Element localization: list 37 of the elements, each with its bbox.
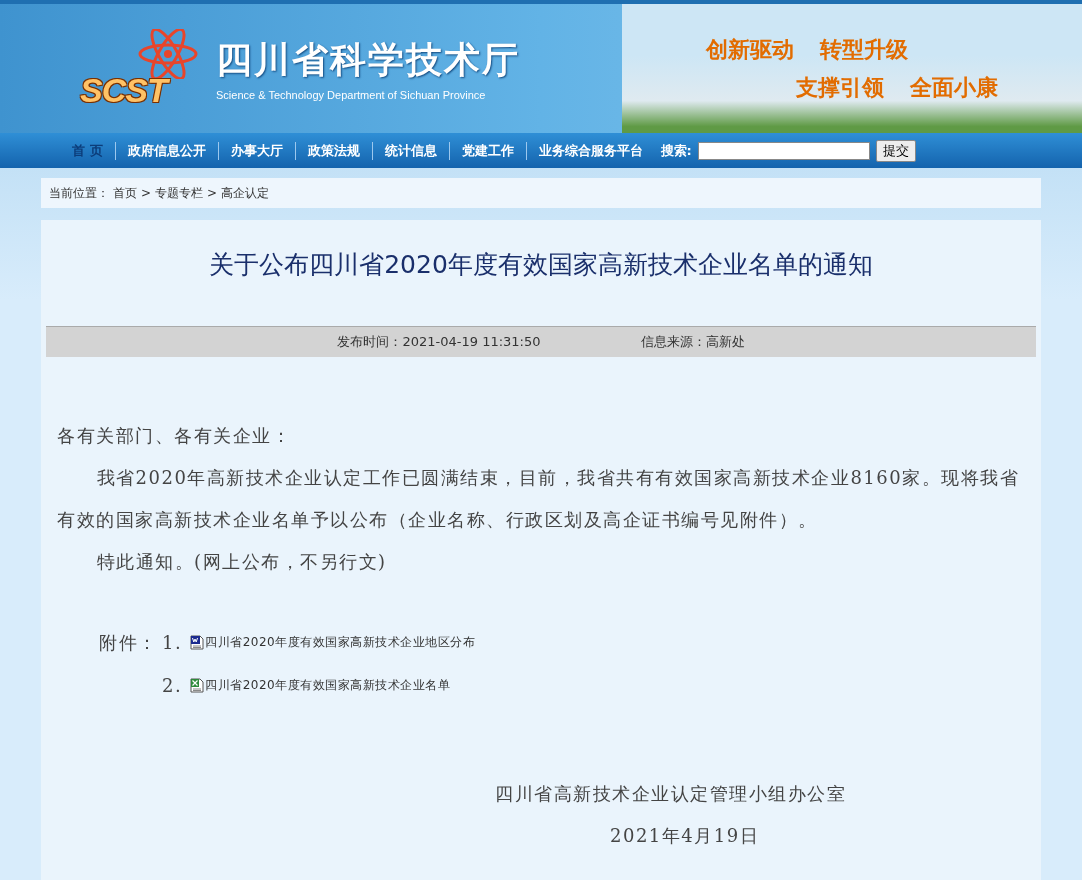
paragraph: 特此通知。(网上公布，不另行文): [95, 550, 388, 574]
site-title: 四川省科学技术厅: [216, 38, 520, 82]
attachment-number: 1.: [162, 632, 183, 653]
breadcrumb-link[interactable]: 专题专栏: [155, 184, 204, 202]
signature: 四川省高新技术企业认定管理小组办公室: [495, 782, 847, 806]
search-label: 搜索:: [660, 141, 692, 160]
nav-link[interactable]: 统计信息: [371, 141, 449, 160]
nav-link[interactable]: 政策法规: [294, 141, 372, 160]
breadcrumb-separator: >: [207, 186, 218, 200]
slogan: 转型升级: [820, 35, 908, 64]
document-file-icon: [190, 635, 205, 650]
nav-link[interactable]: 政府信息公开: [114, 141, 218, 160]
site-subtitle: Science & Technology Department of Sichuan Province: [216, 89, 487, 101]
attachment-link[interactable]: 四川省2020年度有效国家高新技术企业地区分布: [205, 634, 476, 651]
nav-link[interactable]: 办事大厅: [217, 141, 295, 160]
search-field[interactable]: [697, 141, 870, 160]
publish-time: 发布时间：2021-04-19 11:31:50: [337, 333, 541, 351]
nav-link[interactable]: 业务综合服务平台: [525, 141, 655, 160]
attachments-label: 附件：: [99, 631, 158, 653]
breadcrumb-link[interactable]: 高企认定: [221, 184, 270, 202]
info-source: 信息来源：高新处: [640, 333, 745, 351]
breadcrumb-link[interactable]: 首页: [113, 184, 137, 202]
article-title: 关于公布四川省2020年度有效国家高新技术企业名单的通知: [208, 249, 874, 281]
breadcrumb-label: 当前位置：: [49, 184, 109, 202]
attachment-number: 2.: [162, 675, 183, 696]
spreadsheet-file-icon: [190, 678, 205, 693]
date: 2021年4月19日: [610, 824, 761, 848]
slogan: 支撑引领: [796, 73, 884, 102]
paragraph: 我省2020年高新技术企业认定工作已圆满结束，目前，我省共有有效国家高新技术企业8160家。现将我省有效的国家高新技术企业名单予以公布（企业名称、行政区划及高企证书编号见附件）。: [57, 466, 1021, 532]
breadcrumb-separator: >: [141, 186, 152, 200]
attachment-link[interactable]: 四川省2020年度有效国家高新技术企业名单: [205, 677, 451, 694]
nav-link[interactable]: 首 页: [60, 141, 115, 160]
slogan: 全面小康: [910, 73, 998, 102]
salutation: 各有关部门、各有关企业：: [57, 424, 292, 448]
submit-button[interactable]: 提交: [875, 139, 916, 162]
nav-link[interactable]: 党建工作: [448, 141, 526, 160]
slogan: 创新驱动: [706, 35, 794, 64]
